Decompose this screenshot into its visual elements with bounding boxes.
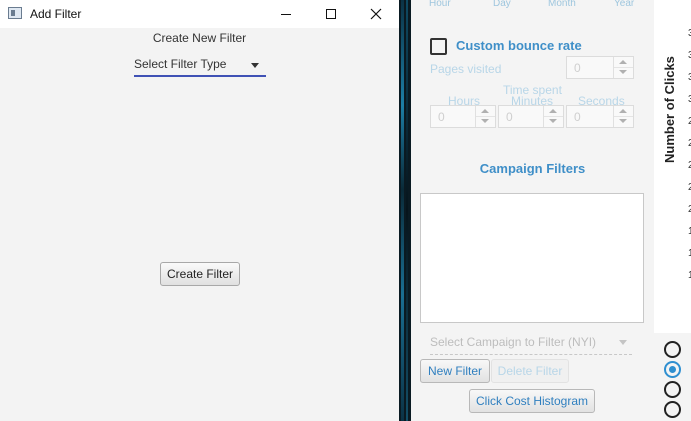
custom-bounce-checkbox[interactable] (430, 38, 447, 55)
pages-visited-spinner[interactable]: 0 (566, 56, 634, 79)
custom-bounce-label: Custom bounce rate (456, 38, 582, 53)
close-icon (370, 8, 382, 20)
arrow-up-icon[interactable] (481, 109, 489, 113)
minimize-icon (281, 13, 291, 15)
chevron-down-icon (251, 63, 259, 68)
chart-type-radio-group (654, 333, 691, 421)
granularity-year[interactable]: Year (614, 0, 634, 9)
seconds-spinner[interactable]: 0 (566, 105, 634, 128)
spinner-value: 0 (574, 110, 581, 124)
dialog-heading: Create New Filter (152, 31, 247, 45)
campaign-select-placeholder: Select Campaign to Filter (NYI) (430, 335, 597, 349)
window-title: Add Filter (30, 7, 82, 21)
granularity-month[interactable]: Month (548, 0, 576, 9)
create-filter-button[interactable]: Create Filter (160, 262, 240, 286)
spinner-arrows[interactable] (543, 106, 563, 127)
background-window-edge (399, 0, 411, 421)
arrow-up-icon[interactable] (619, 109, 627, 113)
spinner-arrows[interactable] (613, 57, 633, 78)
spinner-value: 0 (574, 61, 581, 75)
minimize-button[interactable] (263, 0, 309, 28)
arrow-down-icon[interactable] (481, 119, 489, 123)
title-bar: Add Filter (0, 0, 399, 28)
chevron-down-icon (619, 340, 627, 345)
spinner-value: 0 (506, 110, 513, 124)
campaign-filters-title: Campaign Filters (479, 161, 586, 176)
pages-visited-label: Pages visited (430, 62, 502, 76)
spinner-arrows[interactable] (475, 106, 495, 127)
campaign-filters-list[interactable] (420, 193, 644, 323)
minutes-spinner[interactable]: 0 (498, 105, 564, 128)
granularity-hour[interactable]: Hour (429, 0, 451, 9)
spinner-arrows[interactable] (613, 106, 633, 127)
arrow-up-icon[interactable] (619, 60, 627, 64)
chart-radio-2[interactable] (664, 361, 681, 378)
arrow-down-icon[interactable] (619, 119, 627, 123)
spinner-value: 0 (438, 110, 445, 124)
granularity-day[interactable]: Day (493, 0, 511, 9)
delete-filter-button[interactable]: Delete Filter (491, 359, 569, 383)
arrow-down-icon[interactable] (549, 119, 557, 123)
app-window-icon (8, 7, 22, 19)
maximize-button[interactable] (308, 0, 354, 28)
hours-spinner[interactable]: 0 (430, 105, 496, 128)
chart-y-axis-label: Number of Clicks (662, 56, 677, 163)
filter-type-select[interactable]: Select Filter Type (134, 54, 266, 77)
close-button[interactable] (353, 0, 399, 28)
filter-panel: Hour Day Month Year Custom bounce rate P… (411, 0, 654, 421)
campaign-select[interactable]: Select Campaign to Filter (NYI) (430, 334, 632, 355)
chart-radio-4[interactable] (664, 401, 681, 418)
filter-type-placeholder: Select Filter Type (134, 57, 227, 71)
new-filter-button[interactable]: New Filter (420, 359, 490, 383)
click-cost-histogram-button[interactable]: Click Cost Histogram (469, 389, 595, 413)
arrow-up-icon[interactable] (549, 109, 557, 113)
chart-radio-3[interactable] (664, 381, 681, 398)
add-filter-dialog: Add Filter Create New Filter Select Filt… (0, 0, 399, 421)
chart-radio-1[interactable] (664, 341, 681, 358)
maximize-icon (326, 9, 336, 19)
arrow-down-icon[interactable] (619, 70, 627, 74)
